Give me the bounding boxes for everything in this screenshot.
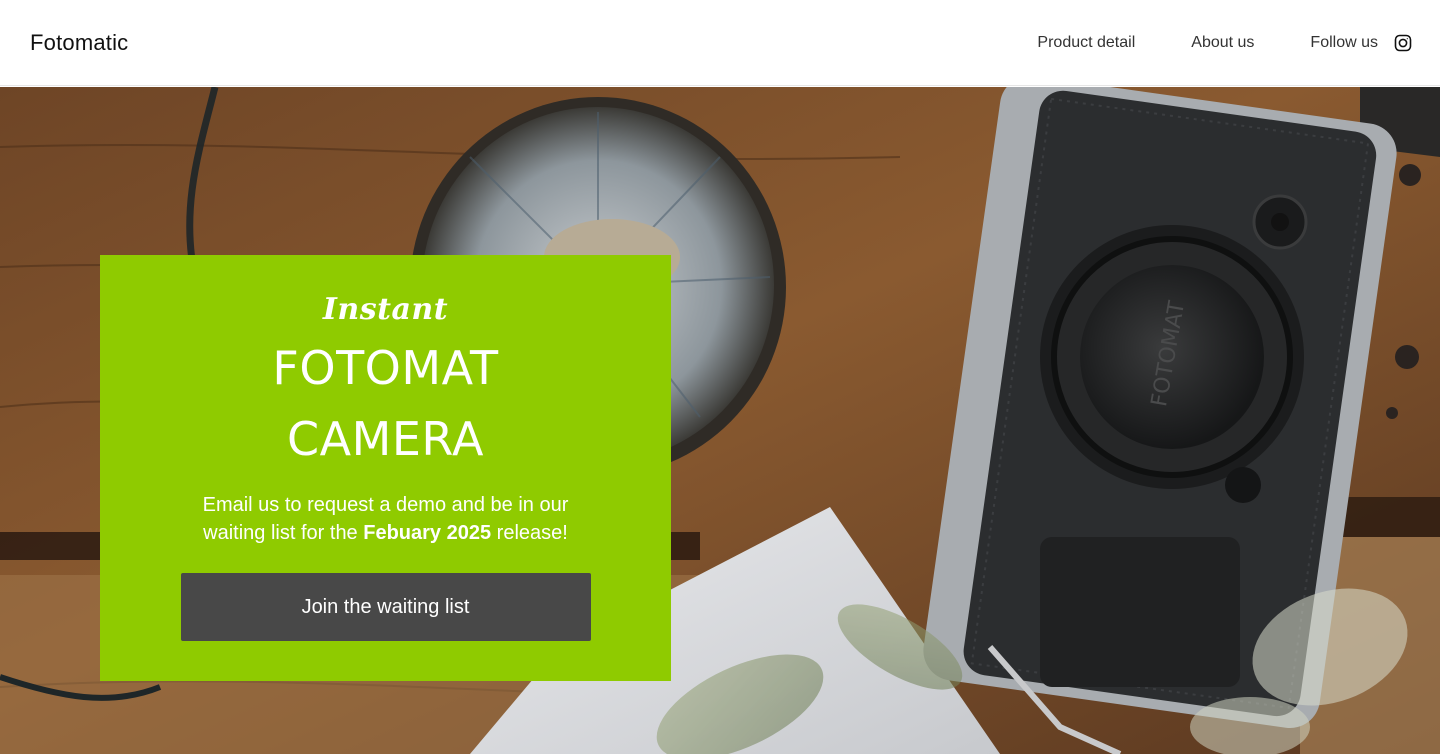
script-tagline: Instant xyxy=(322,292,449,327)
hero-section: FOTOMAT Instant FOTOMAT CAMERA Email us … xyxy=(0,87,1440,754)
promo-card: Instant FOTOMAT CAMERA Email us to reque… xyxy=(100,255,671,681)
nav-about-us[interactable]: About us xyxy=(1191,34,1254,52)
hero-title: FOTOMAT CAMERA xyxy=(272,341,499,466)
hero-description: Email us to request a demo and be in our… xyxy=(186,491,586,547)
nav-product-detail[interactable]: Product detail xyxy=(1037,34,1135,52)
nav-follow-us[interactable]: Follow us xyxy=(1310,34,1378,52)
join-waiting-list-button[interactable]: Join the waiting list xyxy=(180,573,591,641)
main-nav: Product detail About us Follow us xyxy=(1037,34,1412,52)
site-header: Fotomatic Product detail About us Follow… xyxy=(0,0,1440,86)
description-tail: release! xyxy=(496,522,568,544)
release-date: Febuary 2025 xyxy=(363,522,492,544)
instagram-icon[interactable] xyxy=(1394,34,1412,52)
brand-logo[interactable]: Fotomatic xyxy=(30,30,128,56)
